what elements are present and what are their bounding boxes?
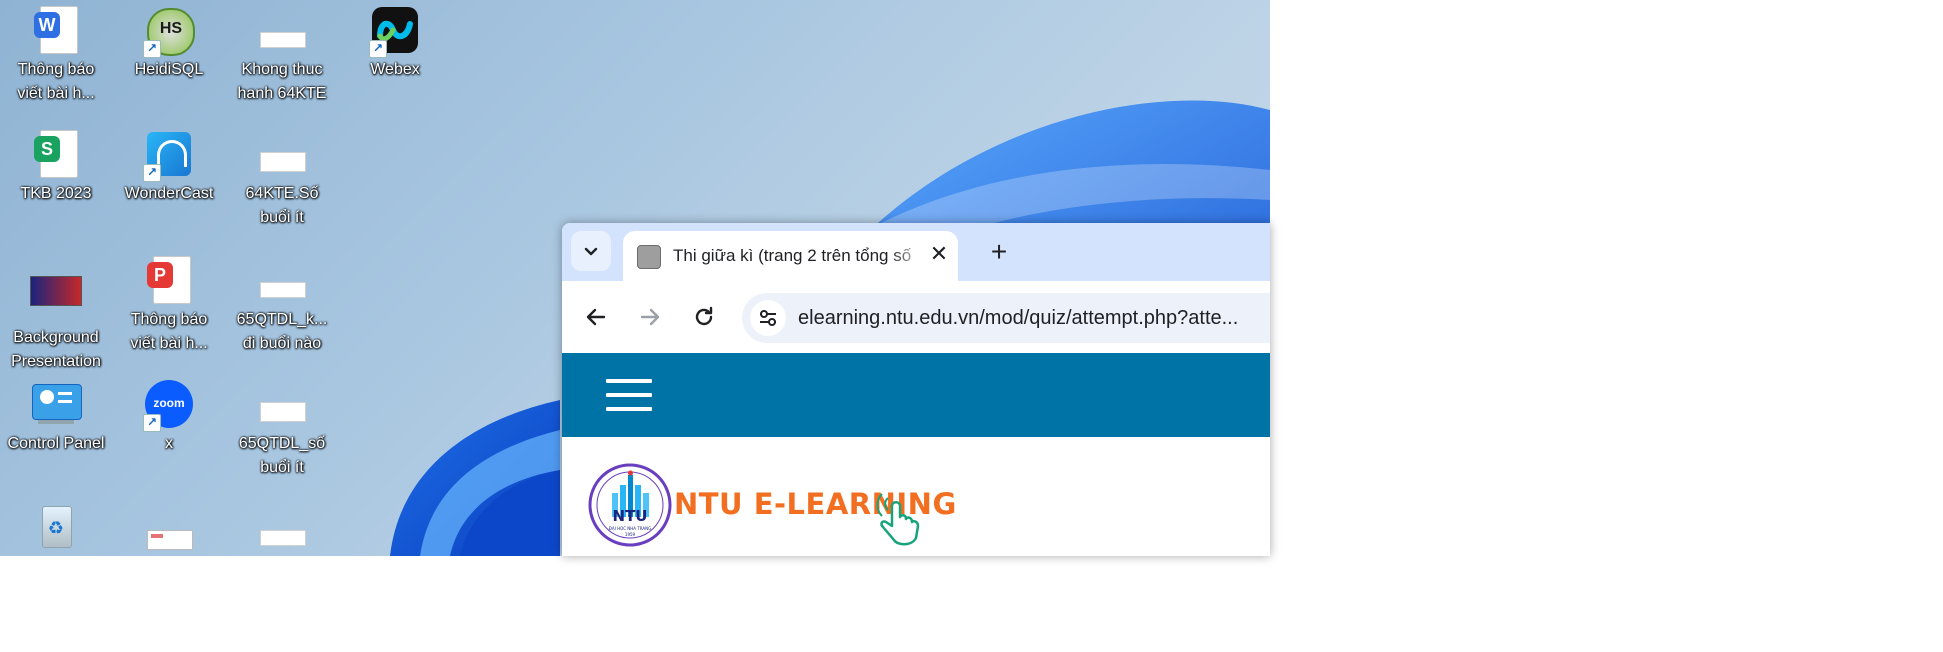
site-header-bar [562,353,1270,437]
sheet-thumbnail-icon [258,380,306,428]
ntu-seal-logo[interactable]: NTU ĐẠI HỌC NHA TRANG 1959 [588,463,672,547]
close-icon[interactable]: ✕ [927,243,951,267]
chevron-down-icon [584,247,598,256]
desktop-icon-label: 64KTE.Số buổi ít [245,185,319,226]
wps-spreadsheet-icon: S [32,130,80,178]
tab-strip: Thi giữa kì (trang 2 trên tổng số ✕ + [562,223,1270,281]
desktop-icon-label: TKB 2023 [20,185,92,202]
desktop-icon-background-presentation[interactable]: Background Presentation [0,274,112,374]
presentation-thumbnail-icon [30,274,82,322]
desktop-icon-control-panel[interactable]: Control Panel [0,380,112,456]
forward-button[interactable] [634,301,666,333]
seal-year: 1959 [625,532,636,537]
sheet-thumbnail-icon [258,256,306,304]
desktop-icon-label: 65QTDL_số buổi ít [238,435,326,476]
sheet-thumbnail-icon [258,6,306,54]
pointing-hand-icon [876,493,920,546]
desktop-icon-webex[interactable]: ↗ Webex [339,6,451,82]
plus-icon[interactable]: + [985,238,1013,267]
sheet-thumbnail-icon [258,130,306,178]
desktop-icon-label: Webex [370,61,420,78]
desktop-icon-thong-bao-2[interactable]: P Thông báo viết bài h... [113,256,225,356]
sheet-thumbnail-icon [258,504,306,552]
desktop-icon-label: WonderCast [124,185,214,202]
desktop-icon-tkb-2023[interactable]: S TKB 2023 [0,130,112,206]
desktop-icon-wondercast[interactable]: ↗ WonderCast [113,130,225,206]
desktop-icon-label: 65QTDL_k... đi buổi nào [236,311,328,352]
shortcut-arrow-icon: ↗ [143,414,161,432]
back-arrow-icon [586,308,606,326]
tab-search-button[interactable] [571,231,611,271]
wps-writer-doc-icon: W [32,6,80,54]
address-bar[interactable]: elearning.ntu.edu.vn/mod/quiz/attempt.ph… [742,293,1270,343]
desktop-icon-heidisql[interactable]: HS ↗ HeidiSQL [113,6,225,82]
document-thumbnail-icon [145,504,193,552]
site-info-button[interactable] [750,300,786,336]
desktop-icon-label: Thông báo viết bài h... [17,61,95,102]
hamburger-menu-icon[interactable] [606,379,652,411]
desktop-icon-65qtdl-k[interactable]: 65QTDL_k... đi buổi nào [226,256,338,356]
desktop-icon-recycle-bin[interactable]: ♻ [0,504,112,552]
shortcut-arrow-icon: ↗ [143,40,161,58]
reload-icon [695,306,713,326]
desktop-icon-label: HeidiSQL [134,61,204,78]
reload-button[interactable] [688,301,720,333]
url-text[interactable]: elearning.ntu.edu.vn/mod/quiz/attempt.ph… [798,307,1238,330]
shortcut-arrow-icon: ↗ [143,164,161,182]
tab-title: Thi giữa kì (trang 2 trên tổng số [673,246,912,265]
seal-caption: ĐẠI HỌC NHA TRANG [609,526,651,531]
back-button[interactable] [580,301,612,333]
forward-arrow-icon [640,308,660,326]
shortcut-arrow-icon: ↗ [369,40,387,58]
desktop-icon-label: x [165,435,173,452]
site-content: NTU ĐẠI HỌC NHA TRANG 1959 NTU E-LEARNIN… [562,437,1270,556]
tab-active[interactable]: Thi giữa kì (trang 2 trên tổng số ✕ [623,231,958,281]
desktop-icon-sheet[interactable] [226,504,338,552]
tune-icon [760,310,776,326]
desktop-icon-document[interactable] [113,504,225,552]
desktop-icon-zoom[interactable]: zoom ↗ x [113,380,225,456]
desktop-icon-label: Thông báo viết bài h... [130,311,208,352]
desktop-icon-thong-bao-1[interactable]: W Thông báo viết bài h... [0,6,112,106]
wondercast-icon: ↗ [143,130,193,182]
desktop-icon-label: Control Panel [7,435,105,452]
webex-icon: ↗ [369,6,419,58]
page-favicon-icon [637,245,661,269]
seal-text: NTU [613,507,648,525]
desktop-icon-khong-thuc-hanh[interactable]: Khong thuc hanh 64KTE [226,6,338,106]
desktop-icon-65qtdl-so[interactable]: 65QTDL_số buổi ít [226,380,338,480]
wps-pdf-icon: P [145,256,193,304]
browser-toolbar: elearning.ntu.edu.vn/mod/quiz/attempt.ph… [562,281,1270,353]
recycle-bin-icon: ♻ [32,504,80,552]
heidisql-icon: HS ↗ [143,6,195,58]
control-panel-icon [32,380,82,428]
desktop-icon-label: Khong thuc hanh 64KTE [237,61,327,102]
desktop-icon-64kte[interactable]: 64KTE.Số buổi ít [226,130,338,230]
zoom-icon: zoom ↗ [143,380,193,432]
desktop-icon-label: Background Presentation [11,329,101,370]
browser-window: Thi giữa kì (trang 2 trên tổng số ✕ + el… [562,223,1270,556]
